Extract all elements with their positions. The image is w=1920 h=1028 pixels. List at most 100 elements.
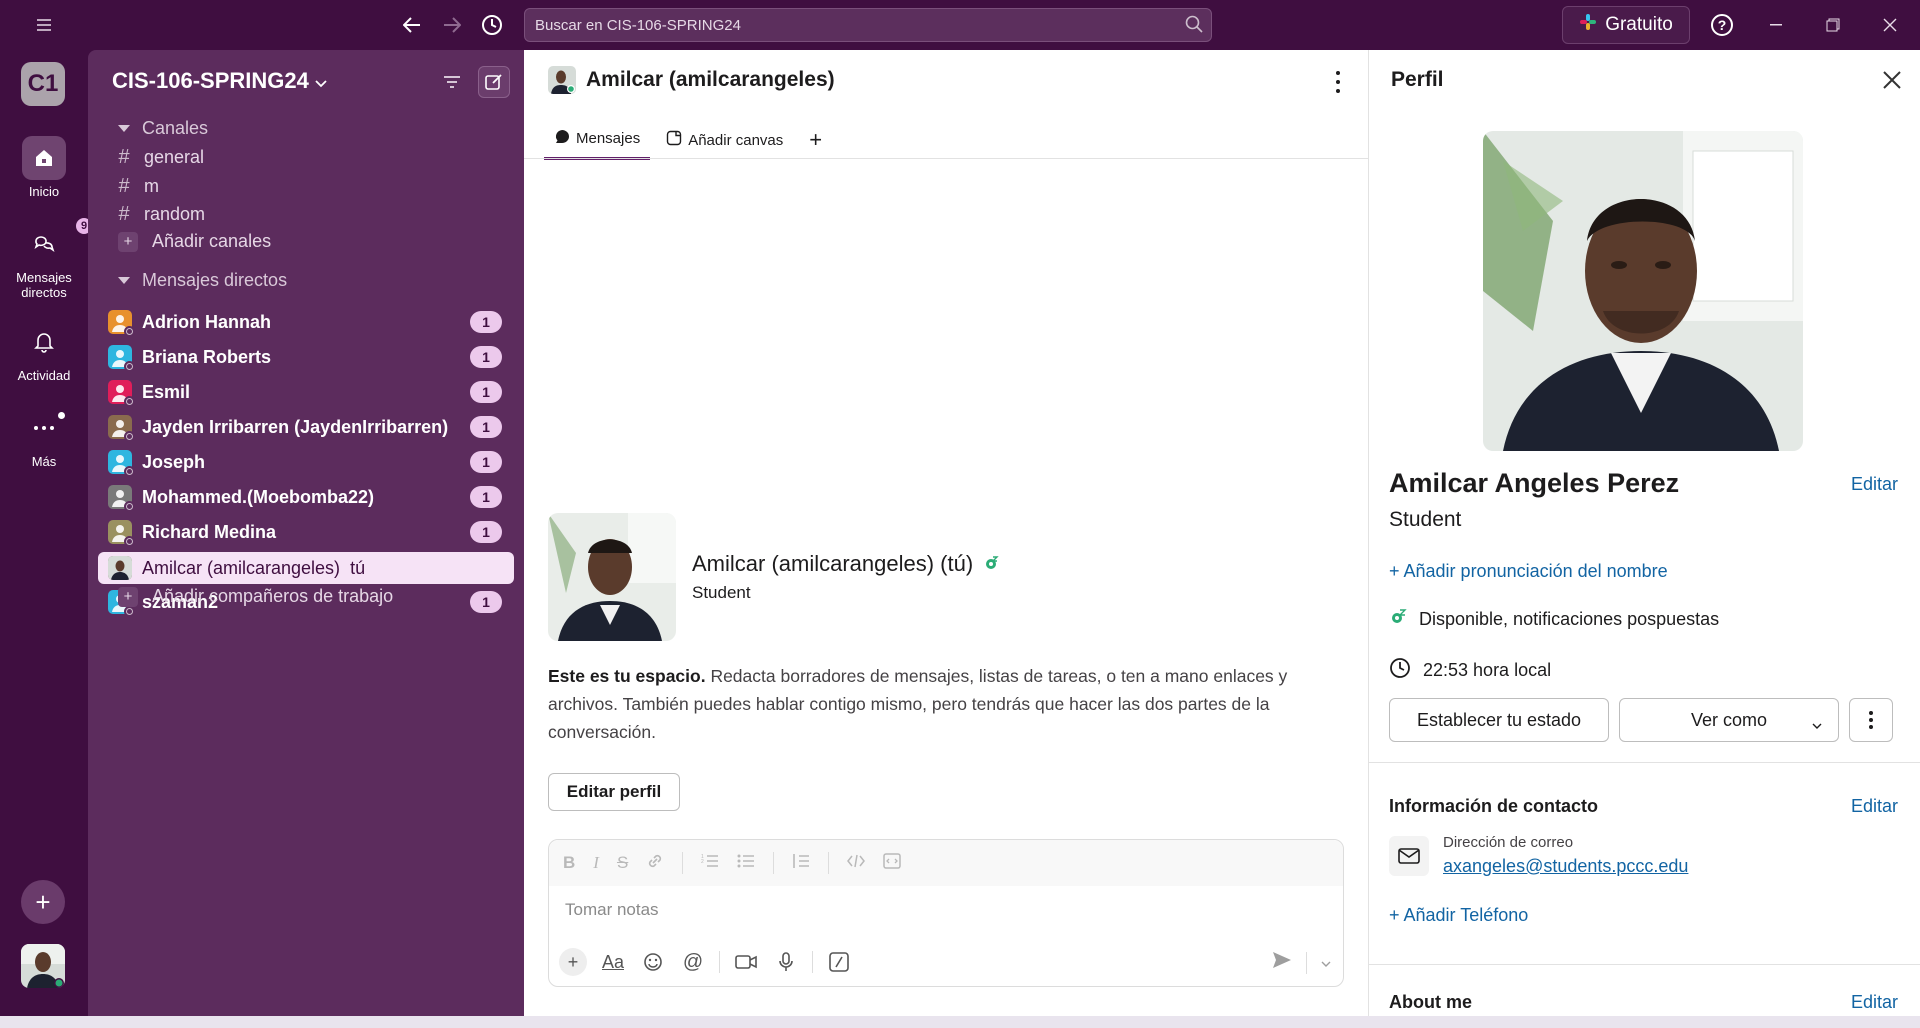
ordered-list-icon[interactable]: 12 [701,853,719,874]
header-divider [524,158,1368,159]
envelope-icon [1389,836,1429,876]
dm-name: Jayden Irribarren (JaydenIrribarren) [142,416,449,437]
tab-messages[interactable]: Mensajes [544,120,651,160]
set-status-button[interactable]: Establecer tu estado [1389,698,1609,742]
bullet-list-icon[interactable] [737,853,755,874]
menu-icon[interactable] [28,9,60,41]
code-icon[interactable] [847,853,866,873]
svg-text:?: ? [1718,17,1727,33]
conversation-header[interactable]: Amilcar (amilcarangeles) [548,66,835,94]
help-icon[interactable]: ? [1706,9,1738,41]
channel-m[interactable]: # m [118,175,159,198]
dm-item-self[interactable]: Amilcar (amilcarangeles) tú [98,552,514,584]
channels-section-header[interactable]: Canales [118,118,208,139]
history-clock-icon[interactable] [476,9,508,41]
rail-item-more[interactable]: Más [0,406,88,469]
dm-item[interactable]: Briana Roberts 1 [98,341,514,373]
rail-item-activity[interactable]: Actividad [0,320,88,383]
strikethrough-icon[interactable]: S [617,853,628,873]
channel-label: random [144,204,206,224]
plus-icon[interactable]: + [559,948,587,976]
workspace-switcher[interactable]: C1 [21,62,65,106]
add-tab-plus-icon[interactable]: + [799,120,832,160]
edit-about-link[interactable]: Editar [1851,992,1898,1013]
contact-info-header: Información de contacto [1389,796,1599,816]
avatar [108,415,135,442]
slash-command-icon[interactable] [825,948,853,976]
tab-add-canvas[interactable]: Añadir canvas [656,120,793,160]
compose-icon[interactable] [478,66,510,98]
mention-icon[interactable]: @ [679,948,707,976]
microphone-icon[interactable] [772,948,800,976]
profile-photo[interactable] [548,513,676,641]
italic-icon[interactable]: I [593,853,599,873]
upgrade-plan-button[interactable]: Gratuito [1562,6,1690,44]
blockquote-icon[interactable] [792,853,810,874]
forward-arrow-icon[interactable] [436,9,468,41]
video-icon[interactable] [732,948,760,976]
dm-item[interactable]: Richard Medina 1 [98,516,514,548]
edit-name-link[interactable]: Editar [1851,474,1898,495]
conversation-title: Amilcar (amilcarangeles) [586,68,835,91]
rail-item-dms[interactable]: 9 Mensajes directos [0,216,94,300]
dm-item[interactable]: Mohammed.(Moebomba22) 1 [98,481,514,513]
dm-item[interactable]: Adrion Hannah 1 [98,306,514,338]
add-pronunciation-link[interactable]: + Añadir pronunciación del nombre [1389,561,1668,582]
rail-item-home[interactable]: Inicio [0,136,88,199]
rail-label-activity: Actividad [17,368,71,383]
rail-label-dms: Mensajes directos [16,270,72,300]
plus-icon: + [118,231,138,252]
more-options-icon[interactable] [1326,68,1350,96]
edit-profile-button[interactable]: Editar perfil [548,773,680,811]
hash-icon: # [118,175,130,197]
email-link[interactable]: axangeles@students.pccc.edu [1443,856,1688,877]
more-actions-icon[interactable] [1849,698,1893,742]
avatar [108,520,135,547]
filter-icon[interactable] [436,66,468,98]
dm-item[interactable]: Esmil 1 [98,376,514,408]
view-as-dropdown[interactable]: Ver como [1619,698,1839,742]
slack-logo-icon [1579,13,1597,37]
add-channels-button[interactable]: + Añadir canales [118,231,271,252]
emoji-icon[interactable] [639,948,667,976]
send-icon[interactable] [1272,951,1292,974]
chevron-down-icon[interactable] [1321,954,1331,972]
chevron-down-icon [315,68,327,94]
restore-icon[interactable] [1817,9,1849,41]
close-window-icon[interactable] [1874,9,1906,41]
add-coworkers-label: Añadir compañeros de trabajo [152,586,394,606]
window-bottom-edge [0,1016,1920,1028]
add-coworkers-button[interactable]: + Añadir compañeros de trabajo [118,586,393,607]
edit-contact-link[interactable]: Editar [1851,796,1898,817]
tab-label: Mensajes [576,130,641,147]
add-phone-link[interactable]: + Añadir Teléfono [1389,905,1528,926]
avatar [108,485,135,512]
back-arrow-icon[interactable] [396,9,428,41]
composer-placeholder: Tomar notas [565,900,659,919]
user-avatar[interactable] [21,944,65,988]
caret-down-icon [118,277,130,284]
dm-item[interactable]: Joseph 1 [98,446,514,478]
profile-photo-large[interactable] [1483,131,1803,451]
add-workspace-button[interactable]: + [21,880,65,924]
message-composer[interactable]: B I S 12 Tomar notas + Aa @ [548,839,1344,987]
profile-role: Student [1389,508,1462,531]
workspace-name-button[interactable]: CIS-106-SPRING24 [112,68,327,94]
dm-section-header[interactable]: Mensajes directos [118,270,287,291]
avatar [108,310,135,337]
channel-general[interactable]: # general [118,146,204,169]
close-icon[interactable] [1882,66,1902,97]
search-input[interactable]: Buscar en CIS-106-SPRING24 [524,8,1212,42]
workspace-initials: C1 [27,70,59,97]
code-block-icon[interactable] [883,852,902,874]
unread-badge: 1 [470,381,502,403]
minimize-icon[interactable] [1760,9,1792,41]
bold-icon[interactable]: B [563,853,575,873]
unread-badge: 1 [470,486,502,508]
link-icon[interactable] [646,852,664,875]
dm-item[interactable]: Jayden Irribarren (JaydenIrribarren) 1 [98,411,514,443]
channel-random[interactable]: # random [118,203,205,226]
text-format-icon[interactable]: Aa [599,948,627,976]
workspace-rail: C1 Inicio 9 Mensajes directos Actividad … [0,50,94,1028]
self-dm-name: Amilcar (amilcarangeles) [142,557,341,578]
